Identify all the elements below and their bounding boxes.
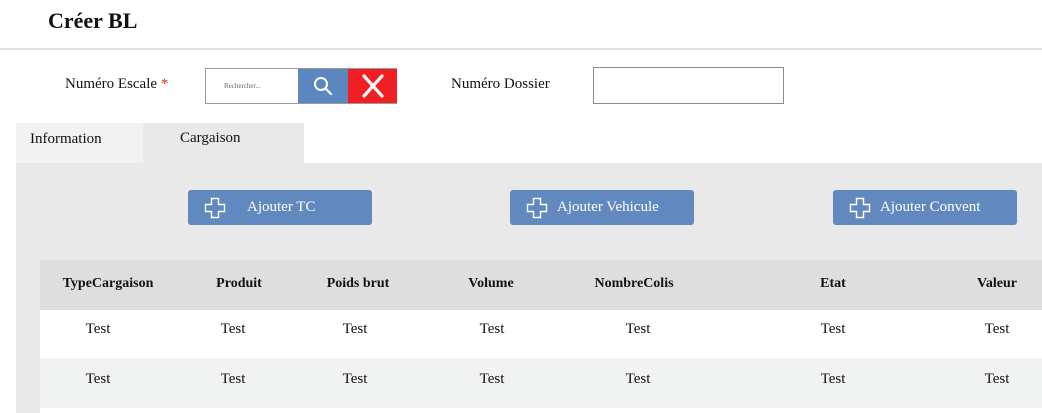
column-header[interactable]: NombreColis (594, 276, 673, 292)
clear-button[interactable] (348, 69, 397, 103)
table-row[interactable]: Test Test Test Test Test Test Test (40, 310, 1042, 358)
table-cell: Test (220, 321, 246, 337)
escale-label-text: Numéro Escale (65, 76, 158, 92)
tab-cargaison[interactable]: Cargaison (143, 123, 304, 163)
dossier-input[interactable] (593, 67, 784, 104)
column-header[interactable]: Etat (820, 276, 846, 292)
plus-outline-icon (849, 197, 871, 219)
close-icon (361, 74, 384, 98)
plus-outline-icon (526, 197, 548, 219)
required-marker: * (160, 76, 169, 92)
table-cell: Test (479, 371, 505, 387)
add-tc-button[interactable]: Ajouter TC (188, 190, 372, 225)
table-cell: Test (984, 371, 1010, 387)
table-cell: Test (984, 321, 1010, 337)
table-cell: Test (625, 371, 651, 387)
column-header[interactable]: Produit (216, 276, 262, 292)
table-cell: Test (820, 321, 846, 337)
plus-outline-icon (204, 197, 226, 219)
add-convent-label: Ajouter Convent (880, 199, 981, 215)
table-row-partial (40, 408, 1042, 413)
add-convent-button[interactable]: Ajouter Convent (833, 190, 1017, 225)
table-header: TypeCargaison Produit Poids brut Volume … (40, 260, 1042, 310)
search-icon (314, 77, 333, 96)
table-cell: Test (85, 371, 111, 387)
table-cell: Test (342, 321, 368, 337)
column-header[interactable]: Poids brut (327, 276, 390, 292)
column-header[interactable]: TypeCargaison (63, 276, 154, 292)
table-cell: Test (342, 371, 368, 387)
add-vehicle-button[interactable]: Ajouter Vehicule (510, 190, 694, 225)
column-header[interactable]: Valeur (977, 276, 1017, 292)
table-cell: Test (85, 321, 111, 337)
table-cell: Test (625, 321, 651, 337)
dossier-label: Numéro Dossier (451, 76, 550, 92)
table-cell: Test (479, 321, 505, 337)
column-header[interactable]: Volume (468, 276, 513, 292)
escale-search-group (205, 68, 397, 104)
table-row[interactable]: Test Test Test Test Test Test Test (40, 358, 1042, 408)
add-vehicle-label: Ajouter Vehicule (557, 199, 659, 215)
title-divider (0, 48, 1042, 50)
escale-label: Numéro Escale * (65, 76, 168, 93)
page-title: Créer BL (48, 8, 138, 33)
table-cell: Test (220, 371, 246, 387)
add-tc-label: Ajouter TC (247, 199, 316, 215)
tab-information[interactable]: Information (16, 123, 143, 163)
table-cell: Test (820, 371, 846, 387)
escale-search-input[interactable] (206, 69, 298, 103)
search-button[interactable] (298, 69, 348, 103)
